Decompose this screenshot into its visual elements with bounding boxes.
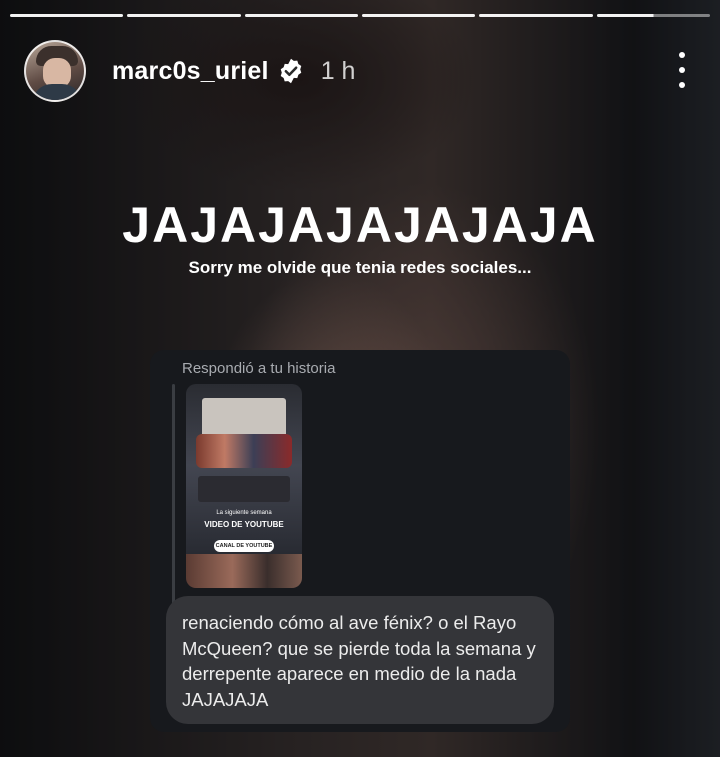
post-time: 1 h (320, 56, 356, 85)
story-text-title: JAJAJAJAJAJAJA (122, 197, 598, 253)
reply-label: Respondió a tu historia (182, 360, 336, 377)
progress-segment (361, 14, 476, 17)
progress-segment (10, 14, 124, 17)
progress-segment-active (596, 14, 710, 17)
thumbnail-headline: VIDEO DE YOUTUBE (204, 520, 284, 529)
reply-sticker[interactable]: Respondió a tu historia La siguiente sem… (150, 350, 570, 732)
progress-segment (244, 14, 358, 17)
verified-badge-icon (277, 57, 305, 85)
story-progress-bar (10, 14, 710, 17)
thumbnail-pill: CANAL DE YOUTUBE (214, 540, 274, 552)
progress-segment (479, 14, 593, 17)
avatar[interactable] (24, 40, 86, 102)
story-header: marc0s_uriel 1 h (24, 40, 696, 102)
story-thumbnail[interactable]: La siguiente semana VIDEO DE YOUTUBE CAN… (186, 384, 302, 588)
story-text-subtitle: Sorry me olvide que tenia redes sociales… (188, 258, 532, 277)
more-vertical-icon[interactable] (676, 52, 688, 88)
story-viewer[interactable]: marc0s_uriel 1 h JAJAJAJAJAJAJA Sorry me… (0, 0, 720, 757)
username[interactable]: marc0s_uriel (112, 57, 269, 86)
reply-message: renaciendo cómo al ave fénix? o el Rayo … (166, 596, 554, 724)
reply-quote-bar (172, 384, 175, 622)
thumbnail-small-text: La siguiente semana (216, 510, 272, 516)
progress-segment (127, 14, 241, 17)
